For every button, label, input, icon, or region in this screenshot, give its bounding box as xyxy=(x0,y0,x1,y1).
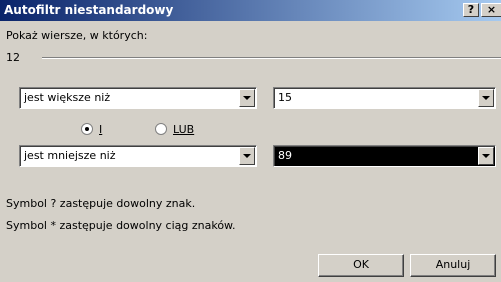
radio-unselected-icon xyxy=(155,123,167,135)
radio-selected-icon xyxy=(81,123,93,135)
criterion-1-operator-select[interactable]: jest większe niż xyxy=(19,87,257,109)
or-radio[interactable]: LUB xyxy=(155,122,194,136)
window-title: Autofiltr niestandardowy xyxy=(4,3,174,17)
dropdown-arrow-icon[interactable] xyxy=(239,89,255,107)
hint-asterisk: Symbol * zastępuje dowolny ciąg znaków. xyxy=(6,219,236,232)
dropdown-arrow-icon[interactable] xyxy=(239,147,255,165)
criterion-1-value: 15 xyxy=(278,91,292,104)
criterion-2-operator-select[interactable]: jest mniejsze niż xyxy=(19,145,257,167)
and-radio-label: I xyxy=(99,122,103,136)
title-bar: Autofiltr niestandardowy ? × xyxy=(0,0,501,21)
ok-button[interactable]: OK xyxy=(318,254,404,277)
and-radio[interactable]: I xyxy=(81,122,102,136)
custom-autofilter-dialog: Autofiltr niestandardowy ? × Pokaż wiers… xyxy=(0,0,501,282)
dropdown-arrow-icon[interactable] xyxy=(478,147,494,165)
or-radio-label: LUB xyxy=(173,122,195,136)
help-button[interactable]: ? xyxy=(463,3,479,17)
show-rows-prompt: Pokaż wiersze, w których: xyxy=(6,29,148,42)
cancel-button[interactable]: Anuluj xyxy=(410,254,496,277)
criterion-1-value-combo[interactable]: 15 xyxy=(273,87,496,109)
close-button[interactable]: × xyxy=(481,3,501,17)
criterion-2-operator-value: jest mniejsze niż xyxy=(24,149,116,162)
hint-question-mark: Symbol ? zastępuje dowolny znak. xyxy=(6,197,196,210)
dropdown-arrow-icon[interactable] xyxy=(478,89,494,107)
group-divider xyxy=(42,57,501,59)
field-name-label: 12 xyxy=(6,51,20,64)
criterion-2-value: 89 xyxy=(278,149,292,162)
criterion-1-operator-value: jest większe niż xyxy=(24,91,111,104)
criterion-2-value-combo[interactable]: 89 xyxy=(273,145,496,167)
